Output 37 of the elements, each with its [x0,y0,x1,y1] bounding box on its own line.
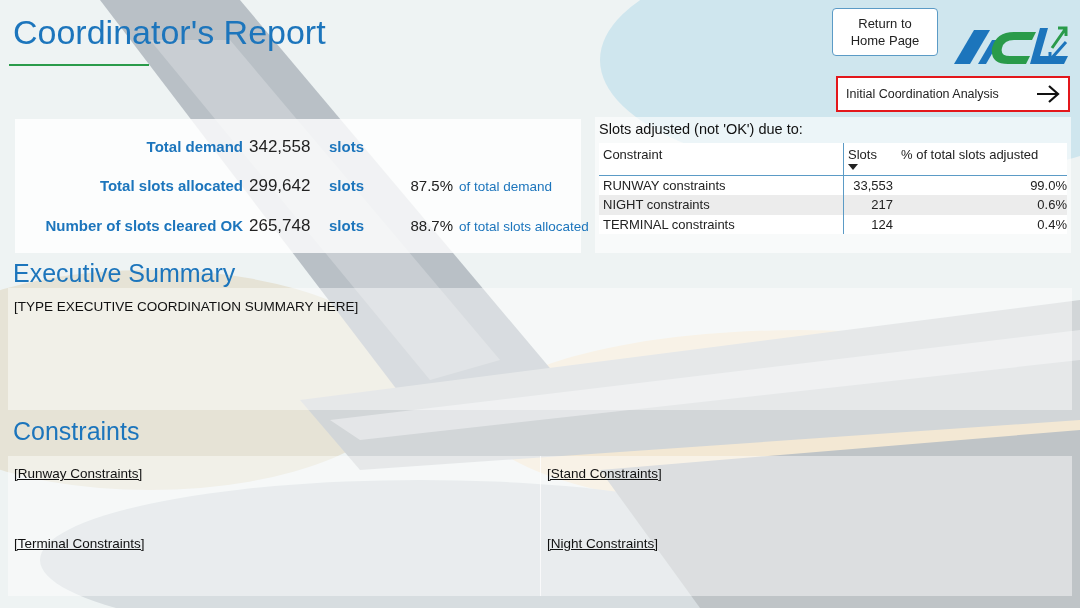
constraint-link[interactable]: [Night Constraints] [547,536,659,551]
arrow-right-icon [1036,84,1060,104]
stat-value: 342,558 [249,135,312,158]
table-cell: 217 [843,195,897,215]
stat-percent: 88.7% [409,215,453,236]
stat-unit: slots [329,176,365,197]
table-cell-text: 99.0% [1029,176,1068,195]
table-cell-text: TERMINAL constraints [602,215,736,234]
analysis-button[interactable]: Initial Coordination Analysis [836,76,1070,112]
table-cell-text: NIGHT constraints [602,196,711,215]
stat-unit: slots [329,215,365,236]
column-header[interactable]: Slots [843,142,897,175]
stat-value: 299,642 [249,175,312,198]
return-home-button[interactable]: Return to Home Page [832,8,938,56]
stat-note: of total demand [459,178,554,197]
summary-text: [TYPE EXECUTIVE COORDINATION SUMMARY HERE] [14,299,359,314]
table-cell-text: RUNWAY constraints [602,176,727,195]
table-title: Slots adjusted (not 'OK') due to: [599,120,804,139]
stat-unit: slots [329,136,365,157]
column-header[interactable]: % of total slots adjusted [897,142,1071,175]
table-cell: 124 [843,214,897,235]
column-header[interactable]: Constraint [599,142,843,175]
stat-label: Total demand [145,136,243,157]
constraint-link[interactable]: [Runway Constraints] [14,466,143,481]
section-heading: Constraints [12,416,141,446]
stat-label: Number of slots cleared OK [44,215,243,236]
section-heading: Executive Summary [12,258,237,288]
constraint-link[interactable]: [Terminal Constraints] [14,536,145,551]
stat-percent: 87.5% [409,176,453,197]
sort-descending-icon [848,164,858,171]
report-title: Coordinator's Report [13,12,326,53]
stat-value: 265,748 [249,214,312,237]
stat-note: of total slots allocated [459,217,589,236]
stat-label: Total slots allocated [98,176,243,197]
table-cell-text: 0.4% [1036,215,1068,234]
table-cell-text: 0.6% [1036,196,1068,215]
constraint-link[interactable]: [Stand Constraints] [547,466,662,481]
